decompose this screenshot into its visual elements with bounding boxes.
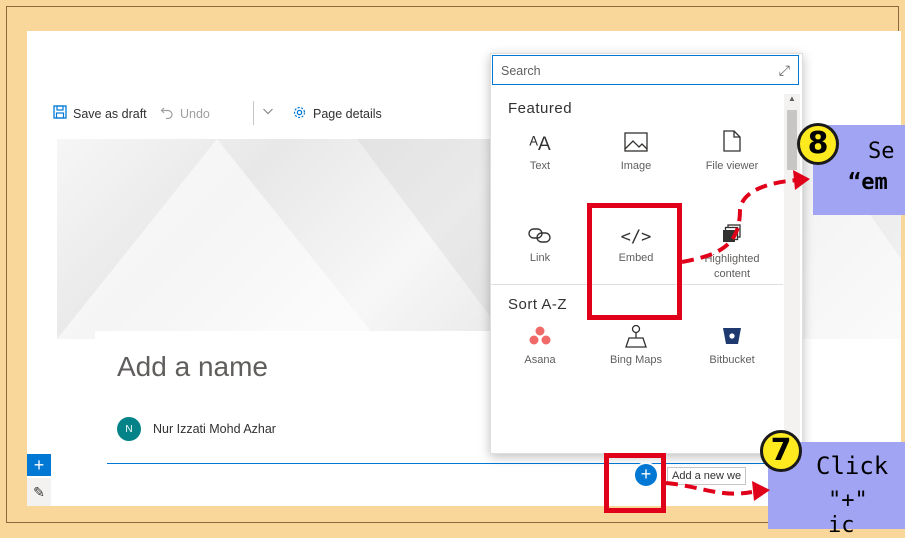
arrowhead-7 xyxy=(752,481,770,501)
arrowhead-8 xyxy=(793,170,810,190)
dashed-arrow-7 xyxy=(665,481,753,496)
annotation-arrows xyxy=(665,170,810,501)
dashed-arrow-8 xyxy=(681,178,799,264)
